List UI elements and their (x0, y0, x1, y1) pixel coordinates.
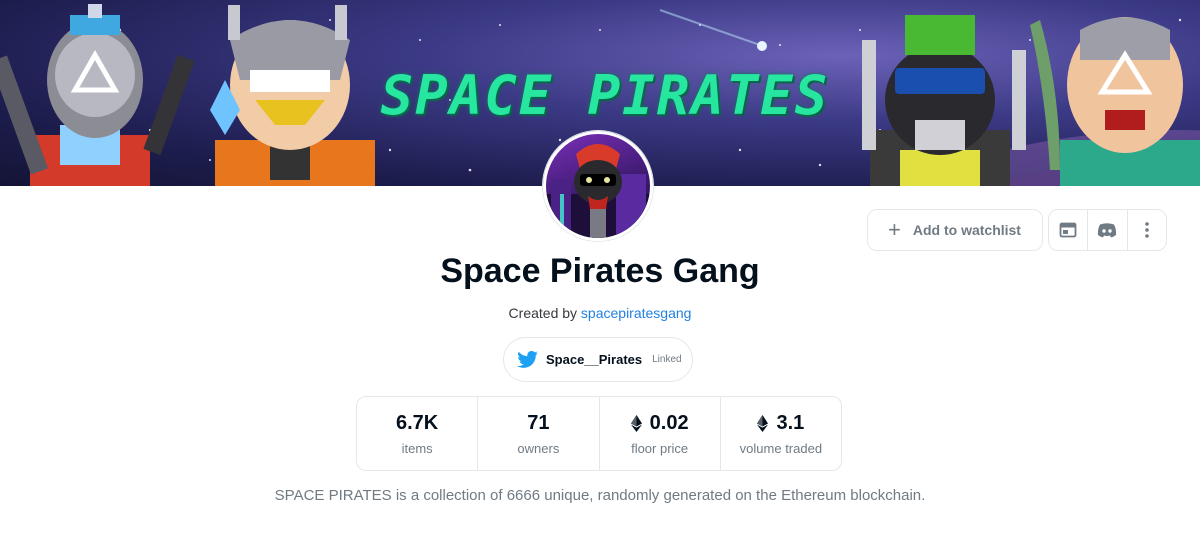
twitter-handle: Space__Pirates (546, 352, 643, 367)
stat-label: floor price (631, 440, 689, 456)
stat-owners[interactable]: 71 owners (477, 397, 598, 470)
ethereum-icon (630, 414, 642, 432)
discord-icon (1098, 223, 1117, 238)
twitter-account-pill[interactable]: Space__Pirates Linked (503, 337, 693, 382)
watchlist-label: Add to watchlist (912, 222, 1021, 238)
stat-volume-traded[interactable]: 3.1 volume traded (719, 397, 841, 470)
website-button[interactable] (1049, 210, 1087, 250)
stat-label: volume traded (739, 440, 823, 456)
stat-value: 3.1 (776, 411, 805, 434)
creator-link[interactable]: spacepiratesgang (581, 305, 692, 321)
stat-label: items (401, 440, 433, 456)
twitter-bird-icon (517, 350, 538, 368)
plus-icon: + (888, 217, 901, 242)
stat-value: 6.7K (396, 411, 439, 434)
twitter-linked-status: Linked (652, 354, 682, 365)
add-to-watchlist-button[interactable]: + Add to watchlist (867, 209, 1043, 251)
more-options-button[interactable] (1126, 210, 1166, 250)
created-by-prefix: Created by (508, 305, 578, 321)
created-by-line: Created by spacepiratesgang (300, 305, 900, 321)
ethereum-icon (757, 414, 769, 432)
collection-avatar (543, 131, 653, 241)
collection-title: Space Pirates Gang (440, 252, 760, 290)
banner-title: SPACE PIRATES (380, 64, 830, 127)
stat-value: 71 (527, 411, 550, 434)
browser-window-icon (1059, 222, 1077, 238)
collection-stats: 6.7K items 71 owners 0.02 floor price 3.… (356, 396, 842, 471)
discord-button[interactable] (1087, 210, 1126, 250)
stat-items[interactable]: 6.7K items (357, 397, 477, 470)
stat-value: 0.02 (649, 411, 689, 434)
vertical-dots-icon (1145, 222, 1149, 238)
stat-floor-price[interactable]: 0.02 floor price (598, 397, 720, 470)
social-actions-group (1048, 209, 1167, 251)
stat-label: owners (517, 440, 560, 456)
collection-description: SPACE PIRATES is a collection of 6666 un… (274, 487, 926, 504)
